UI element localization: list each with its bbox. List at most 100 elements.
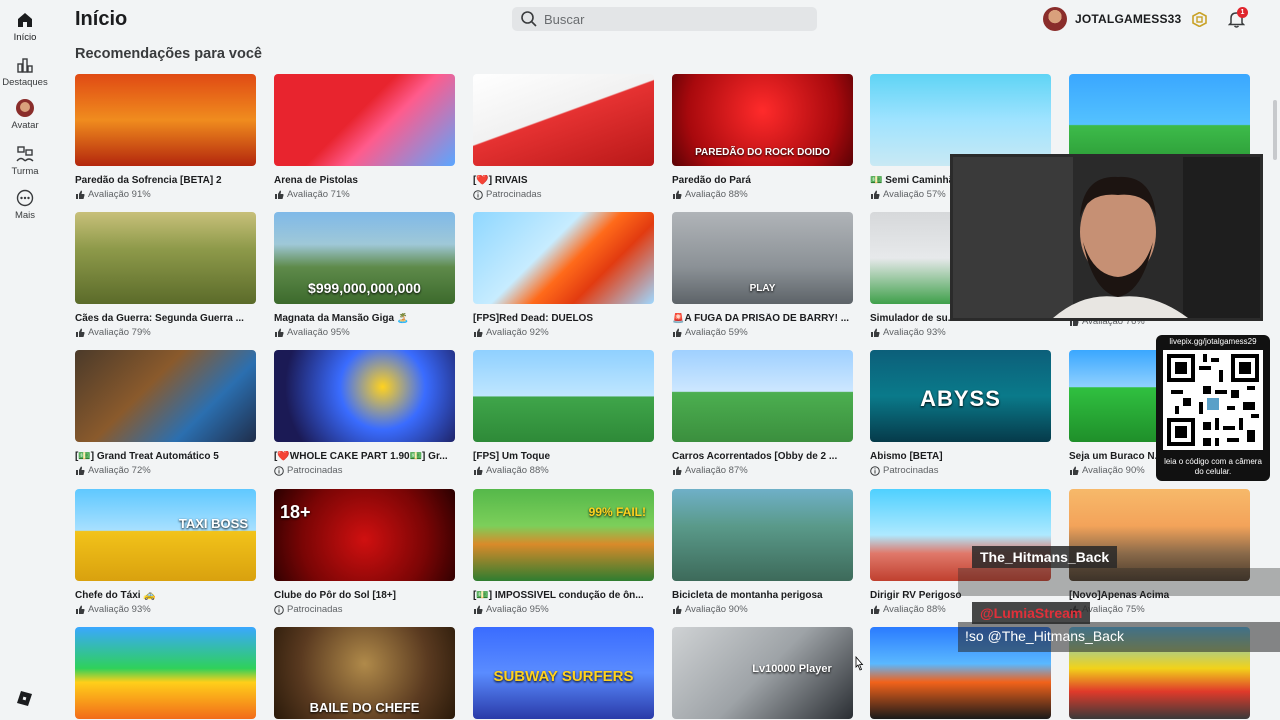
username[interactable]: JOTALGAMESS33 — [1075, 12, 1181, 26]
chat-username: The_Hitmans_Back — [972, 546, 1118, 568]
game-thumbnail[interactable]: ABYSS — [870, 350, 1051, 442]
game-rating: Avaliação 95% — [473, 604, 654, 615]
game-card[interactable]: Paredão da Sofrencia [BETA] 2 Avaliação … — [75, 74, 256, 200]
game-card[interactable]: Carros Acorrentados [Obby de 2 ... Avali… — [672, 350, 853, 476]
game-thumbnail[interactable] — [473, 74, 654, 166]
game-card[interactable]: Arena de Pistolas Avaliação 71% — [274, 74, 455, 200]
game-thumbnail[interactable] — [1069, 74, 1250, 166]
sidebar-item-label: Avatar — [11, 120, 39, 131]
game-card[interactable]: [FPS]Red Dead: DUELOS Avaliação 92% — [473, 212, 654, 338]
game-title[interactable]: Chefe do Táxi 🚕 — [75, 590, 256, 601]
game-rating: Avaliação 92% — [473, 327, 654, 338]
game-card[interactable]: Cães da Guerra: Segunda Guerra ... Avali… — [75, 212, 256, 338]
game-card[interactable] — [75, 627, 256, 719]
more-icon — [16, 189, 34, 207]
sponsored-label: Patrocinadas — [274, 604, 455, 615]
sidebar-item-charts[interactable]: Destaques — [0, 56, 50, 88]
game-card[interactable]: $999,000,000,000 Magnata da Mansão Giga … — [274, 212, 455, 338]
search-bar[interactable] — [512, 7, 817, 31]
game-title[interactable]: [💵] IMPOSSÍVEL condução de ôn... — [473, 590, 654, 601]
charts-icon — [17, 58, 33, 73]
game-thumbnail[interactable] — [274, 74, 455, 166]
thumbnail-text: PLAY — [749, 283, 776, 294]
avatar[interactable] — [1043, 7, 1067, 31]
game-card[interactable]: TAXI BOSS Chefe do Táxi 🚕 Avaliação 93% — [75, 489, 256, 615]
game-thumbnail[interactable] — [672, 350, 853, 442]
game-title[interactable]: Clube do Pôr do Sol [18+] — [274, 590, 455, 601]
avatar-icon — [16, 99, 34, 117]
sidebar-item-home[interactable]: Início — [0, 11, 50, 43]
game-thumbnail[interactable]: $999,000,000,000 — [274, 212, 455, 304]
game-rating: Avaliação 93% — [75, 604, 256, 615]
scrollbar[interactable] — [1273, 100, 1277, 160]
game-title[interactable]: Magnata da Mansão Giga 🏝️ — [274, 313, 455, 324]
game-title[interactable]: [FPS] Um Toque — [473, 451, 654, 462]
game-thumbnail[interactable] — [473, 350, 654, 442]
thumbs-up-icon — [76, 605, 85, 614]
game-card[interactable]: BAILE DO CHEFE — [274, 627, 455, 719]
game-thumbnail[interactable] — [75, 212, 256, 304]
search-input[interactable] — [544, 9, 804, 29]
game-thumbnail[interactable]: BAILE DO CHEFE — [274, 627, 455, 719]
qr-code — [1163, 350, 1263, 450]
game-card[interactable]: [❤️] RIVAIS Patrocinadas — [473, 74, 654, 200]
game-thumbnail[interactable] — [473, 212, 654, 304]
game-card[interactable]: PAREDÃO DO ROCK DOIDO Paredão do Pará Av… — [672, 74, 853, 200]
thumbnail-text: BAILE DO CHEFE — [309, 700, 420, 715]
game-title[interactable]: Cães da Guerra: Segunda Guerra ... — [75, 313, 256, 324]
game-rating: Avaliação 59% — [672, 327, 853, 338]
sponsored-label: Patrocinadas — [274, 465, 455, 476]
game-thumbnail[interactable]: 99% FAIL! — [473, 489, 654, 581]
game-thumbnail[interactable]: PAREDÃO DO ROCK DOIDO — [672, 74, 853, 166]
thumbs-up-icon — [76, 190, 85, 199]
game-title[interactable]: Arena de Pistolas — [274, 175, 455, 186]
game-rating: Avaliação 71% — [274, 189, 455, 200]
game-thumbnail[interactable]: SUBWAY SURFERS — [473, 627, 654, 719]
game-card[interactable]: Lv10000 Player — [672, 627, 853, 719]
sidebar-item-people[interactable]: Turma — [0, 145, 50, 177]
game-title[interactable]: Paredão do Pará — [672, 175, 853, 186]
game-card[interactable]: 99% FAIL! [💵] IMPOSSÍVEL condução de ôn.… — [473, 489, 654, 615]
game-rating: Avaliação 93% — [870, 327, 1051, 338]
game-card[interactable] — [1069, 74, 1250, 166]
game-title[interactable]: [FPS]Red Dead: DUELOS — [473, 313, 654, 324]
sidebar-item-more[interactable]: Mais — [0, 189, 50, 221]
game-thumbnail[interactable]: TAXI BOSS — [75, 489, 256, 581]
thumbs-up-icon — [673, 328, 682, 337]
game-title[interactable]: Abismo [BETA] — [870, 451, 1051, 462]
game-thumbnail[interactable]: Lv10000 Player — [672, 627, 853, 719]
game-thumbnail[interactable] — [672, 489, 853, 581]
game-thumbnail[interactable] — [75, 350, 256, 442]
game-thumbnail[interactable] — [75, 74, 256, 166]
game-thumbnail[interactable] — [75, 627, 256, 719]
game-title[interactable]: Paredão da Sofrencia [BETA] 2 — [75, 175, 256, 186]
game-title[interactable]: Carros Acorrentados [Obby de 2 ... — [672, 451, 853, 462]
game-thumbnail[interactable]: 18+ — [274, 489, 455, 581]
game-title[interactable]: [💵] Grand Treat Automático 5 — [75, 451, 256, 462]
sidebar-item-avatar[interactable]: Avatar — [0, 99, 50, 131]
info-icon — [274, 604, 284, 615]
game-card[interactable]: [FPS] Um Toque Avaliação 88% — [473, 350, 654, 476]
game-thumbnail[interactable]: PLAY — [672, 212, 853, 304]
section-title: Recomendações para você — [75, 46, 262, 62]
game-rating: Avaliação 87% — [672, 465, 853, 476]
robux-icon[interactable] — [1192, 12, 1207, 27]
game-title[interactable]: [❤️WHOLE CAKE PART 1.90💵] Gr... — [274, 451, 455, 462]
game-thumbnail[interactable] — [274, 350, 455, 442]
streamer-video — [953, 157, 1260, 318]
game-card[interactable]: ABYSS Abismo [BETA] Patrocinadas — [870, 350, 1051, 476]
game-card[interactable]: SUBWAY SURFERS — [473, 627, 654, 719]
info-icon — [274, 465, 284, 476]
game-title[interactable]: 🚨A FUGA DA PRISÃO DE BARRY! ... — [672, 313, 853, 324]
game-thumbnail[interactable] — [870, 74, 1051, 166]
game-card[interactable]: [💵] Grand Treat Automático 5 Avaliação 7… — [75, 350, 256, 476]
game-title[interactable]: Bicicleta de montanha perigosa — [672, 590, 853, 601]
game-title[interactable]: [❤️] RIVAIS — [473, 175, 654, 186]
game-card[interactable]: PLAY 🚨A FUGA DA PRISÃO DE BARRY! ... Ava… — [672, 212, 853, 338]
game-card[interactable]: [❤️WHOLE CAKE PART 1.90💵] Gr... Patrocin… — [274, 350, 455, 476]
game-card[interactable]: 18+ Clube do Pôr do Sol [18+] Patrocinad… — [274, 489, 455, 615]
game-card[interactable]: Bicicleta de montanha perigosa Avaliação… — [672, 489, 853, 615]
sidebar-item-label: Destaques — [2, 77, 48, 88]
roblox-logo-icon[interactable] — [17, 691, 32, 706]
sidebar-item-label: Turma — [11, 166, 39, 177]
